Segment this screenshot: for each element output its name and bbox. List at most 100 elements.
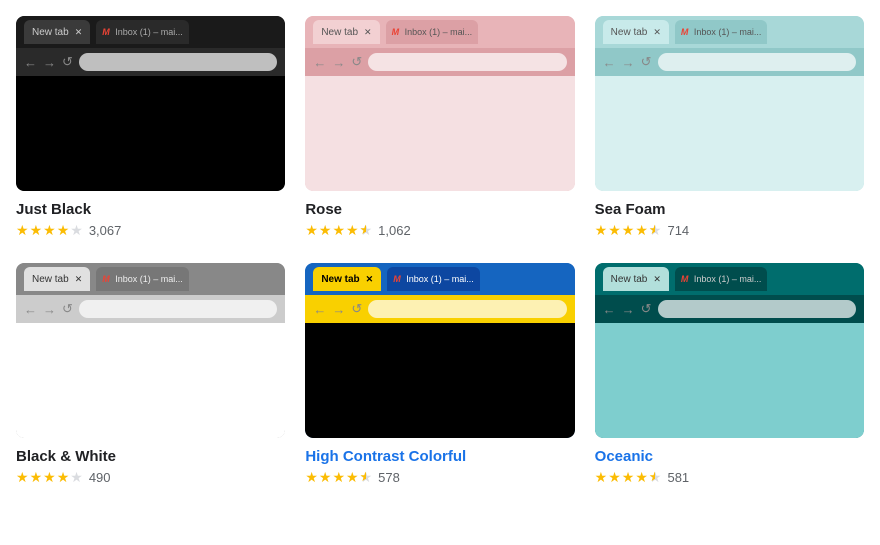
star-filled: ★ bbox=[305, 469, 318, 486]
gmail-tab: M Inbox (1) – mai... bbox=[387, 267, 480, 291]
theme-title: Sea Foam bbox=[595, 201, 864, 218]
gmail-tab-label: Inbox (1) – mai... bbox=[694, 27, 762, 37]
tab-label: New tab bbox=[32, 27, 69, 38]
star-filled: ★ bbox=[332, 222, 345, 239]
rating-row: ★★★★ ★ ★ 1,062 bbox=[305, 222, 574, 239]
browser-toolbar: ← → ↺ bbox=[595, 48, 864, 76]
star-filled: ★ bbox=[622, 222, 635, 239]
gmail-icon: M bbox=[681, 274, 691, 284]
gmail-tab: M Inbox (1) – mai... bbox=[675, 20, 768, 44]
back-icon: ← bbox=[603, 55, 616, 70]
theme-title: Black & White bbox=[16, 448, 285, 465]
forward-icon: → bbox=[332, 55, 345, 70]
new-tab: New tab ✕ bbox=[603, 267, 669, 291]
new-tab: New tab ✕ bbox=[313, 267, 381, 291]
star-filled: ★ bbox=[57, 469, 70, 486]
review-count: 3,067 bbox=[89, 223, 122, 238]
star-filled: ★ bbox=[346, 222, 359, 239]
star-filled: ★ bbox=[43, 222, 56, 239]
star-filled: ★ bbox=[635, 222, 648, 239]
star-filled: ★ bbox=[319, 469, 332, 486]
star-filled: ★ bbox=[319, 222, 332, 239]
tab-label: New tab bbox=[611, 27, 648, 38]
refresh-icon: ↺ bbox=[351, 54, 362, 70]
address-bar bbox=[79, 300, 277, 318]
browser-titlebar: New tab ✕ M Inbox (1) – mai... bbox=[595, 263, 864, 295]
browser-toolbar: ← → ↺ bbox=[595, 295, 864, 323]
refresh-icon: ↺ bbox=[641, 54, 652, 70]
tab-label: New tab bbox=[321, 27, 358, 38]
theme-card-high-contrast-colorful[interactable]: New tab ✕ M Inbox (1) – mai... ← → ↺ H bbox=[305, 263, 574, 486]
gmail-tab: M Inbox (1) – mai... bbox=[675, 267, 768, 291]
star-half: ★ ★ bbox=[360, 222, 373, 239]
refresh-icon: ↺ bbox=[351, 301, 362, 317]
gmail-tab-label: Inbox (1) – mai... bbox=[406, 274, 474, 284]
new-tab: New tab ✕ bbox=[603, 20, 669, 44]
address-bar bbox=[368, 300, 566, 318]
address-bar bbox=[658, 300, 856, 318]
theme-thumbnail: New tab ✕ M Inbox (1) – mai... ← → ↺ bbox=[595, 263, 864, 438]
tab-close-icon: ✕ bbox=[366, 274, 374, 285]
theme-card-just-black[interactable]: New tab ✕ M Inbox (1) – mai... ← → ↺ J bbox=[16, 16, 285, 239]
star-half: ★ ★ bbox=[649, 469, 662, 486]
star-filled: ★ bbox=[305, 222, 318, 239]
rating-row: ★★★★ ★ ★ 578 bbox=[305, 469, 574, 486]
star-rating: ★★★★★ bbox=[16, 469, 83, 486]
star-rating: ★★★★ ★ ★ bbox=[305, 469, 372, 486]
star-empty: ★ bbox=[70, 469, 83, 486]
star-rating: ★★★★ ★ ★ bbox=[305, 222, 372, 239]
browser-preview: New tab ✕ M Inbox (1) – mai... ← → ↺ bbox=[16, 263, 285, 438]
star-half: ★ ★ bbox=[360, 469, 373, 486]
theme-card-sea-foam[interactable]: New tab ✕ M Inbox (1) – mai... ← → ↺ S bbox=[595, 16, 864, 239]
forward-icon: → bbox=[622, 55, 635, 70]
star-rating: ★★★★★ bbox=[16, 222, 83, 239]
star-filled: ★ bbox=[608, 222, 621, 239]
tab-close-icon: ✕ bbox=[653, 274, 661, 285]
themes-grid: New tab ✕ M Inbox (1) – mai... ← → ↺ J bbox=[16, 16, 864, 486]
star-filled: ★ bbox=[43, 469, 56, 486]
theme-title: Rose bbox=[305, 201, 574, 218]
theme-card-rose[interactable]: New tab ✕ M Inbox (1) – mai... ← → ↺ R bbox=[305, 16, 574, 239]
browser-content bbox=[305, 76, 574, 191]
tab-close-icon: ✕ bbox=[75, 274, 83, 285]
gmail-icon: M bbox=[393, 274, 403, 284]
theme-thumbnail: New tab ✕ M Inbox (1) – mai... ← → ↺ bbox=[16, 16, 285, 191]
star-filled: ★ bbox=[595, 469, 608, 486]
gmail-icon: M bbox=[102, 27, 112, 37]
star-filled: ★ bbox=[595, 222, 608, 239]
theme-title: Oceanic bbox=[595, 448, 864, 465]
refresh-icon: ↺ bbox=[62, 301, 73, 317]
address-bar bbox=[658, 53, 856, 71]
gmail-tab-label: Inbox (1) – mai... bbox=[694, 274, 762, 284]
browser-preview: New tab ✕ M Inbox (1) – mai... ← → ↺ bbox=[305, 16, 574, 191]
back-icon: ← bbox=[313, 55, 326, 70]
review-count: 578 bbox=[378, 470, 400, 485]
back-icon: ← bbox=[24, 55, 37, 70]
rating-row: ★★★★★ 490 bbox=[16, 469, 285, 486]
gmail-tab-label: Inbox (1) – mai... bbox=[115, 27, 183, 37]
rating-row: ★★★★★ 3,067 bbox=[16, 222, 285, 239]
theme-thumbnail: New tab ✕ M Inbox (1) – mai... ← → ↺ bbox=[305, 263, 574, 438]
theme-card-oceanic[interactable]: New tab ✕ M Inbox (1) – mai... ← → ↺ O bbox=[595, 263, 864, 486]
browser-titlebar: New tab ✕ M Inbox (1) – mai... bbox=[595, 16, 864, 48]
gmail-icon: M bbox=[102, 274, 112, 284]
gmail-tab: M Inbox (1) – mai... bbox=[96, 267, 189, 291]
browser-content bbox=[595, 76, 864, 191]
star-filled: ★ bbox=[346, 469, 359, 486]
review-count: 714 bbox=[667, 223, 689, 238]
gmail-icon: M bbox=[392, 27, 402, 37]
theme-thumbnail: New tab ✕ M Inbox (1) – mai... ← → ↺ bbox=[305, 16, 574, 191]
star-empty: ★ bbox=[70, 222, 83, 239]
review-count: 490 bbox=[89, 470, 111, 485]
theme-card-black-white[interactable]: New tab ✕ M Inbox (1) – mai... ← → ↺ B bbox=[16, 263, 285, 486]
browser-content bbox=[595, 323, 864, 438]
gmail-tab: M Inbox (1) – mai... bbox=[96, 20, 189, 44]
gmail-tab-label: Inbox (1) – mai... bbox=[405, 27, 473, 37]
new-tab: New tab ✕ bbox=[24, 267, 90, 291]
browser-content bbox=[16, 323, 285, 438]
browser-preview: New tab ✕ M Inbox (1) – mai... ← → ↺ bbox=[305, 263, 574, 438]
tab-label: New tab bbox=[321, 274, 359, 285]
review-count: 1,062 bbox=[378, 223, 411, 238]
tab-label: New tab bbox=[611, 274, 648, 285]
browser-toolbar: ← → ↺ bbox=[16, 48, 285, 76]
